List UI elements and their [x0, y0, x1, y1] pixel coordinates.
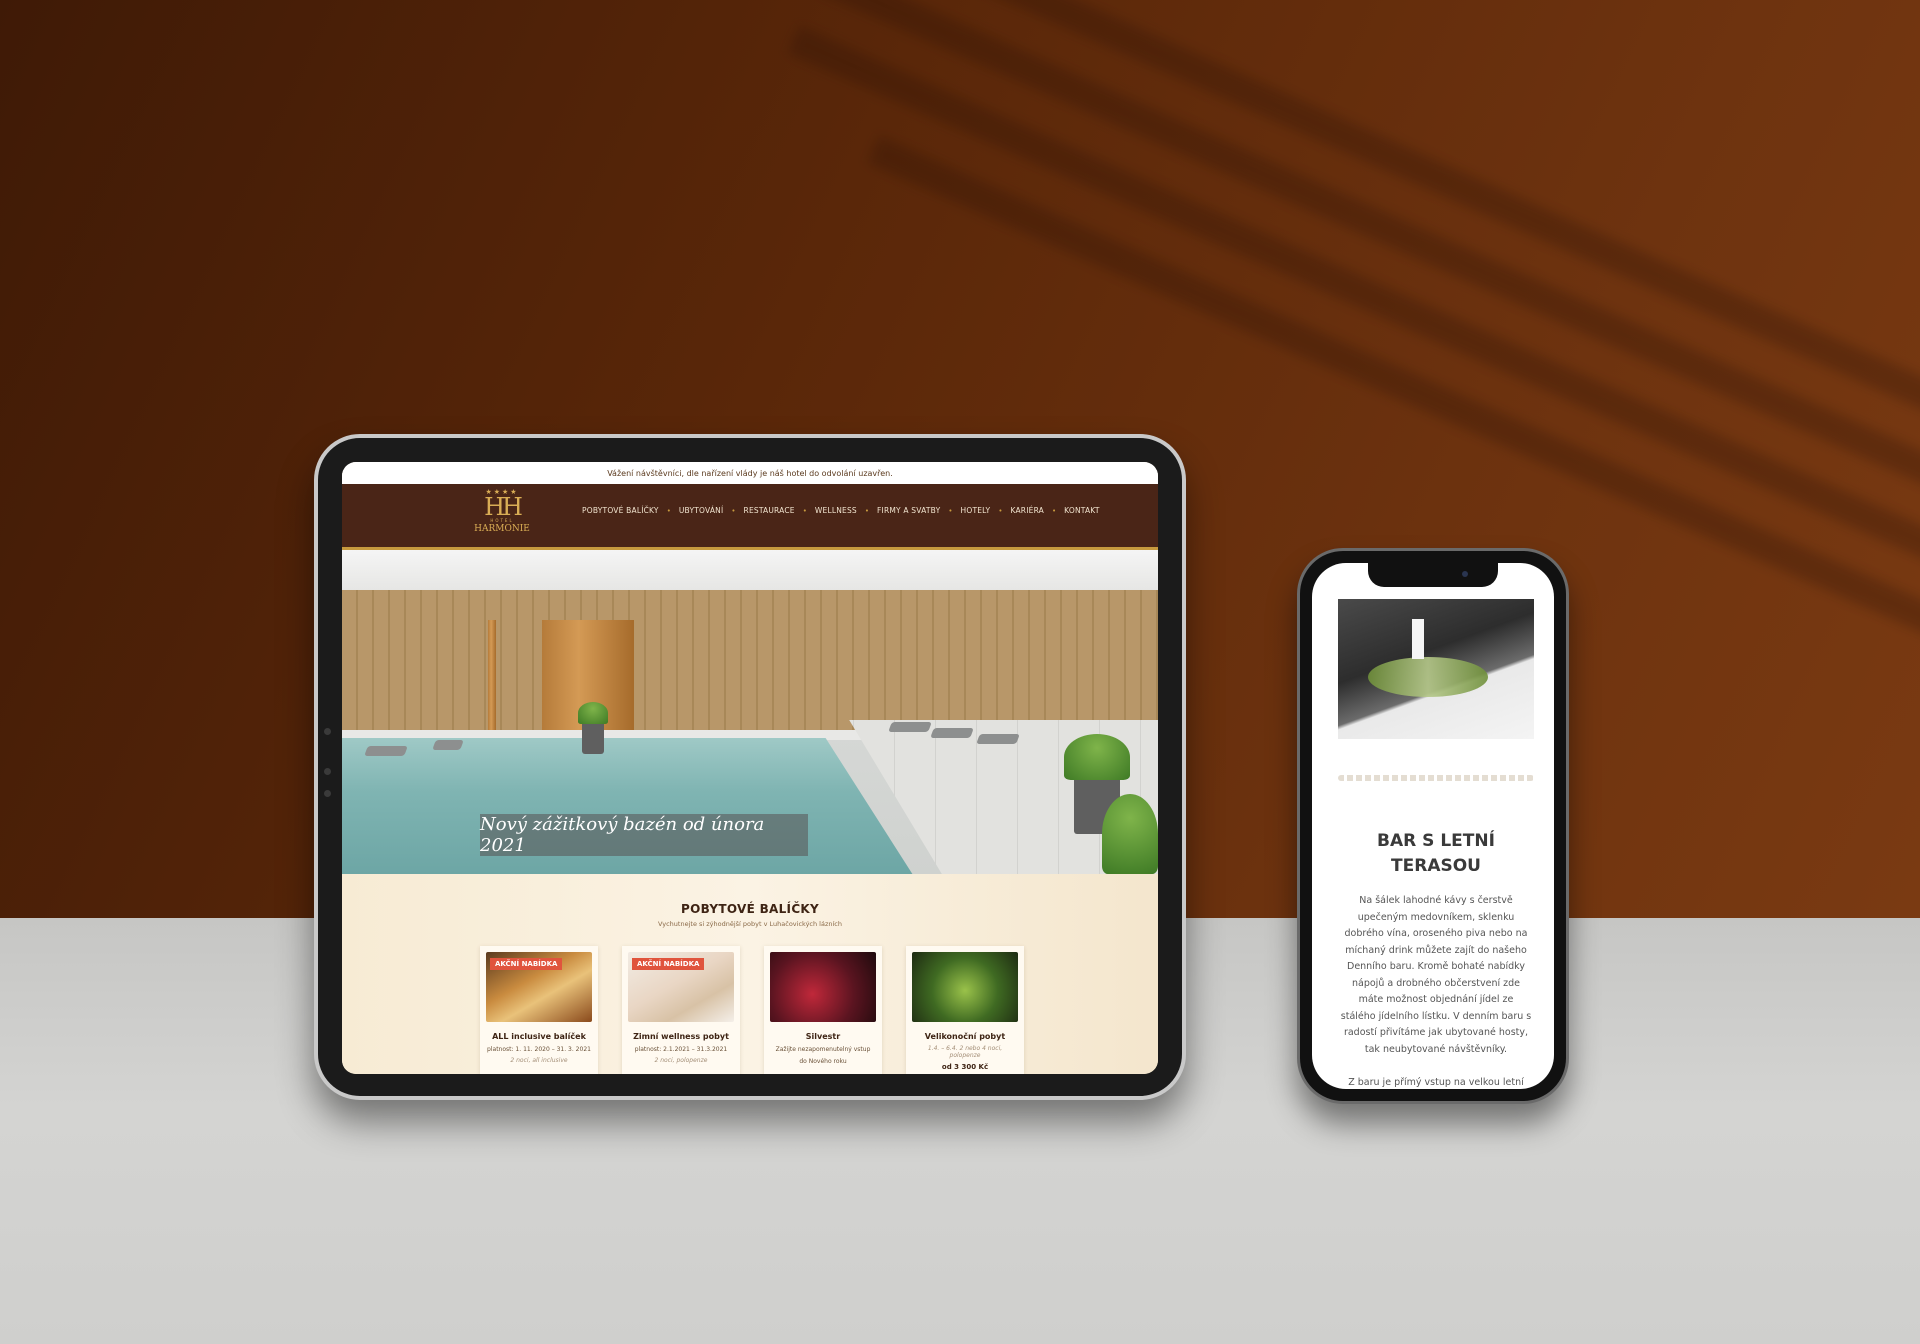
package-card-title: Zimní wellness pobyt — [633, 1032, 729, 1041]
package-card-title: Velikonoční pobyt — [924, 1032, 1006, 1041]
package-card-image: AKČNÍ NABÍDKA — [486, 952, 592, 1022]
package-card-image: AKČNÍ NABÍDKA — [628, 952, 734, 1022]
offer-badge: AKČNÍ NABÍDKA — [632, 958, 705, 970]
section-divider — [1338, 775, 1534, 781]
package-card-velikonocni[interactable]: Velikonoční pobyt 1.4. – 6.4. 2 nebo 4 n… — [906, 946, 1024, 1074]
package-card-image — [912, 952, 1018, 1022]
closure-notice: Vážení návštěvníci, dle nařízení vlády j… — [342, 462, 1158, 484]
hero-caption: Nový zážitkový bazén od února 2021 — [480, 814, 808, 856]
hero-plant — [1064, 734, 1130, 780]
bar-photo[interactable] — [1338, 599, 1534, 739]
nav-restaurace[interactable]: RESTAURACE — [744, 506, 795, 515]
nav-separator: • — [998, 506, 1003, 515]
package-card-title: ALL inclusive balíček — [492, 1032, 586, 1041]
offer-badge: AKČNÍ NABÍDKA — [490, 958, 563, 970]
package-card-description: do Nového roku — [799, 1058, 847, 1065]
package-card-validity: platnost: 2.1.2021 – 31.3.2021 — [634, 1046, 728, 1053]
tablet-device: Vážení návštěvníci, dle nařízení vlády j… — [314, 434, 1186, 1100]
nav-kontakt[interactable]: KONTAKT — [1064, 506, 1099, 515]
hero-plant — [1102, 794, 1158, 874]
packages-subtitle: Vychutnejte si zýhodnější pobyt v Luhačo… — [657, 920, 842, 928]
hero-lounger — [888, 722, 932, 732]
hero-plant-pot — [582, 720, 604, 754]
bar-heading: BAR S LETNÍ TERASOU — [1377, 831, 1495, 876]
bar-photo-table-decor — [1368, 657, 1488, 697]
packages-section: POBYTOVÉ BALÍČKY Vychutnejte si zýhodněj… — [342, 874, 1158, 1074]
package-card-note: 2 noci, all inclusive — [510, 1057, 568, 1064]
package-card-zimni-wellness[interactable]: AKČNÍ NABÍDKA Zimní wellness pobyt platn… — [622, 946, 740, 1074]
package-card-validity: 1.4. – 6.4. 2 nebo 4 noci, polopenze — [927, 1045, 1003, 1059]
logo-hotel-name: HARMONIE — [474, 524, 530, 534]
nav-firmy-a-svatby[interactable]: FIRMY A SVATBY — [877, 506, 940, 515]
tablet-button — [324, 768, 331, 775]
logo-monogram: HH — [484, 493, 523, 521]
package-card-price: od 3 300 Kč — [941, 1063, 989, 1071]
package-card-all-inclusive[interactable]: AKČNÍ NABÍDKA ALL inclusive balíček plat… — [480, 946, 598, 1074]
hero-wood-post — [488, 620, 496, 740]
main-nav: POBYTOVÉ BALÍČKY • UBYTOVÁNÍ • RESTAURAC… — [582, 506, 1100, 515]
tablet-button — [324, 790, 331, 797]
hero-lounger — [976, 734, 1020, 744]
bar-description: Na šálek lahodné kávy s čerstvě upečeným… — [1340, 895, 1532, 1055]
package-card-description: Zažijte nezapomenutelný vstup — [775, 1046, 871, 1053]
hero-lounger — [364, 746, 408, 756]
camera-icon — [1462, 571, 1468, 577]
nav-separator: • — [864, 506, 870, 515]
site-header: ★★★★ HH HOTEL HARMONIE POBYTOVÉ BALÍČKY … — [342, 484, 1158, 550]
package-cards: AKČNÍ NABÍDKA ALL inclusive balíček plat… — [480, 946, 1048, 1074]
tablet-screen: Vážení návštěvníci, dle nařízení vlády j… — [342, 462, 1158, 1074]
package-card-validity: platnost: 1. 11. 2020 – 31. 3. 2021 — [487, 1046, 591, 1053]
nav-ubytovani[interactable]: UBYTOVÁNÍ — [679, 506, 724, 515]
nav-kariera[interactable]: KARIÉRA — [1010, 506, 1044, 515]
phone-notch — [1368, 563, 1498, 587]
bar-description-continued: Z baru je přímý vstup na velkou letní te… — [1348, 1077, 1524, 1088]
bar-photo-candle — [1412, 619, 1424, 659]
package-card-title: Silvestr — [805, 1032, 841, 1041]
hero-lounger — [432, 740, 464, 750]
hero-wood-wall — [342, 590, 1158, 740]
package-card-image — [770, 952, 876, 1022]
hero-plant — [578, 702, 608, 724]
phone-screen: BAR S LETNÍ TERASOU Na šálek lahodné káv… — [1312, 563, 1554, 1089]
nav-pobytove-balicky[interactable]: POBYTOVÉ BALÍČKY — [582, 506, 659, 515]
package-card-note: 2 noci, polopenze — [654, 1057, 708, 1064]
nav-separator: • — [802, 506, 807, 515]
nav-wellness[interactable]: WELLNESS — [815, 506, 857, 515]
nav-separator: • — [1052, 506, 1057, 515]
hero-pool-image[interactable]: Nový zážitkový bazén od února 2021 — [342, 550, 1158, 874]
packages-title: POBYTOVÉ BALÍČKY — [680, 902, 820, 916]
nav-separator: • — [666, 506, 671, 515]
tablet-button — [324, 728, 331, 735]
package-card-silvestr[interactable]: Silvestr Zažijte nezapomenutelný vstup d… — [764, 946, 882, 1074]
phone-device: BAR S LETNÍ TERASOU Na šálek lahodné káv… — [1297, 548, 1569, 1104]
hotel-logo[interactable]: ★★★★ HH HOTEL HARMONIE — [472, 488, 532, 546]
hero-lounger — [930, 728, 974, 738]
nav-separator: • — [731, 506, 736, 515]
nav-separator: • — [948, 506, 953, 515]
nav-hotely[interactable]: HOTELY — [961, 506, 991, 515]
